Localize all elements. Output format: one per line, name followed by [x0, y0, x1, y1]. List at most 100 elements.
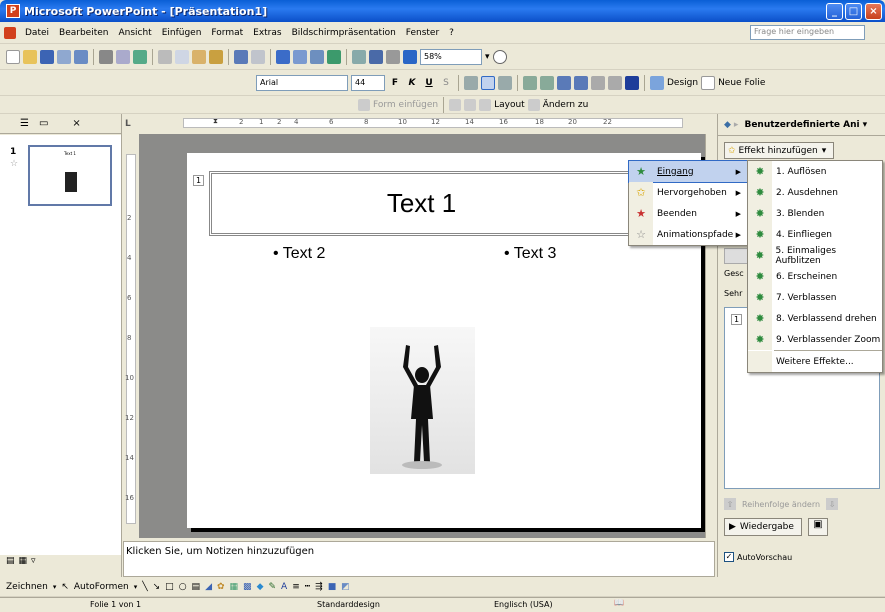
add-effect-dropdown-icon[interactable]: ▾ — [822, 146, 827, 156]
slides-tab-icon[interactable]: ▭ — [39, 118, 48, 129]
open-icon[interactable] — [23, 49, 37, 64]
insert-table-icon[interactable] — [293, 49, 307, 64]
close-panel-icon[interactable]: × — [72, 118, 80, 129]
effect-expand[interactable]: ✸ 2. Ausdehnen — [748, 182, 882, 203]
menu-item-motion-paths[interactable]: ☆ Animationspfade ▶ — [629, 224, 747, 245]
align-left-icon[interactable] — [464, 75, 478, 90]
font-size-select[interactable]: 44 — [351, 74, 385, 91]
layout-button[interactable]: Layout — [494, 100, 525, 110]
diagram-icon[interactable]: ✿ — [217, 582, 225, 592]
menu-extras[interactable]: Extras — [248, 28, 286, 38]
bold-button[interactable]: F — [388, 78, 402, 88]
decrease-indent-icon[interactable] — [591, 75, 605, 90]
paste-icon[interactable] — [192, 49, 206, 64]
textbox-tool-icon[interactable]: ▤ — [192, 582, 201, 592]
undo-icon[interactable] — [234, 49, 248, 64]
line-style-icon[interactable]: ≡ — [292, 582, 300, 592]
taskpane-menu-icon[interactable]: ▾ — [863, 120, 868, 130]
menu-item-exit[interactable]: ★ Beenden ▶ — [629, 203, 747, 224]
hyperlink-icon[interactable] — [327, 49, 341, 64]
menu-datei[interactable]: Datei — [20, 28, 54, 38]
font-select[interactable]: Arial — [256, 74, 348, 91]
effect-faded-zoom[interactable]: ✸ 9. Verblassender Zoom — [748, 329, 882, 350]
move-up-icon[interactable]: ⇧ — [724, 498, 736, 510]
increase-indent-icon[interactable] — [608, 75, 622, 90]
effect-faded-swivel[interactable]: ✸ 8. Verblassend drehen — [748, 308, 882, 329]
italic-button[interactable]: K — [405, 78, 419, 88]
bullet-text-2[interactable]: • Text 2 — [273, 245, 325, 263]
insert-chart-icon[interactable] — [276, 49, 290, 64]
clipart-icon[interactable]: ▦ — [230, 582, 239, 592]
arrow-tool-icon[interactable]: ↘ — [153, 582, 161, 592]
permission-icon[interactable] — [57, 49, 71, 64]
show-formatting-icon[interactable] — [369, 49, 383, 64]
draw-menu[interactable]: Zeichnen — [6, 582, 48, 592]
reverse-icon[interactable] — [479, 98, 492, 111]
menu-item-emphasis[interactable]: ✩ Hervorgehoben ▶ — [629, 182, 747, 203]
close-button[interactable]: × — [865, 3, 882, 20]
autoshapes-menu[interactable]: AutoFormen — [74, 582, 129, 592]
new-slide-icon[interactable] — [701, 75, 716, 90]
select-pointer-icon[interactable]: ↖ — [61, 582, 69, 592]
shadow-style-icon[interactable]: ■ — [328, 582, 337, 592]
line-tool-icon[interactable]: ╲ — [142, 582, 147, 592]
effect-appear[interactable]: ✸ 6. Erscheinen — [748, 266, 882, 287]
change-to-button[interactable]: Ändern zu — [543, 100, 589, 110]
slide-thumbnail[interactable]: Text 1 — [28, 145, 112, 206]
move-down-icon[interactable]: ⇩ — [826, 498, 839, 510]
menu-bildschirmpraesentation[interactable]: Bildschirmpräsentation — [287, 28, 401, 38]
zoom-dropdown-arrow-icon[interactable]: ▾ — [485, 52, 490, 62]
save-icon[interactable] — [40, 49, 54, 64]
maximize-button[interactable]: □ — [845, 3, 862, 20]
effect-fade-out[interactable]: ✸ 7. Verblassen — [748, 287, 882, 308]
new-slide-button[interactable]: Neue Folie — [718, 78, 765, 88]
move-back-icon[interactable] — [449, 98, 462, 111]
indent-marker-icon[interactable]: ⧗ — [213, 117, 218, 126]
format-painter-icon[interactable] — [209, 49, 223, 64]
picture-icon[interactable]: ▩ — [243, 582, 252, 592]
title-placeholder[interactable]: Text 1 — [209, 171, 634, 236]
print-icon[interactable] — [99, 49, 113, 64]
new-icon[interactable] — [6, 49, 20, 64]
menu-help[interactable]: ? — [444, 28, 459, 38]
design-icon[interactable] — [650, 75, 664, 90]
expand-all-icon[interactable] — [352, 49, 366, 64]
email-icon[interactable] — [74, 49, 88, 64]
effect-flash-once[interactable]: ✸ 5. Einmaliges Aufblitzen — [748, 245, 882, 266]
design-button[interactable]: Design — [667, 78, 698, 88]
bullet-text-3[interactable]: • Text 3 — [504, 245, 556, 263]
person-image[interactable] — [370, 327, 475, 474]
minimize-button[interactable]: _ — [826, 3, 843, 20]
rectangle-tool-icon[interactable]: □ — [165, 582, 174, 592]
3d-style-icon[interactable]: ◩ — [341, 582, 350, 592]
menu-format[interactable]: Format — [206, 28, 248, 38]
underline-button[interactable]: U — [422, 78, 436, 88]
sorter-view-icon[interactable]: ▦ — [19, 556, 28, 566]
outline-tab-icon[interactable]: ☰ — [20, 118, 29, 129]
zoom-select[interactable]: 58% — [420, 48, 482, 65]
redo-icon[interactable] — [251, 49, 265, 64]
more-effects[interactable]: Weitere Effekte... — [748, 351, 882, 372]
align-right-icon[interactable] — [498, 75, 512, 90]
powerpoint-app-icon[interactable]: P — [6, 4, 20, 18]
insert-shape-button[interactable]: Form einfügen — [373, 100, 438, 110]
color-grayscale-icon[interactable] — [403, 49, 417, 64]
help-search-input[interactable]: Frage hier eingeben — [750, 25, 865, 40]
menu-item-entrance[interactable]: ★ Eingang ▶ — [628, 160, 748, 183]
font-color-icon[interactable] — [625, 75, 639, 90]
line-color-icon[interactable]: ✎ — [268, 582, 276, 592]
bullets-icon[interactable] — [540, 75, 554, 90]
arrow-style-icon[interactable]: ⇶ — [315, 582, 323, 592]
move-forward-icon[interactable] — [464, 98, 477, 111]
notes-pane[interactable]: Klicken Sie, um Notizen hinzuzufügen — [123, 541, 715, 577]
dash-style-icon[interactable]: ┅ — [305, 582, 310, 592]
tab-stop-icon[interactable]: L — [125, 119, 131, 129]
effect-fly-in[interactable]: ✸ 4. Einfliegen — [748, 224, 882, 245]
numbering-icon[interactable] — [523, 75, 537, 90]
spelling-icon[interactable] — [133, 49, 147, 64]
oval-tool-icon[interactable]: ○ — [179, 582, 187, 592]
normal-view-icon[interactable]: ▤ — [6, 556, 15, 566]
menu-fenster[interactable]: Fenster — [401, 28, 444, 38]
spelling-status-icon[interactable]: 📖 — [614, 598, 624, 607]
animation-list-item[interactable]: 1 — [731, 314, 743, 325]
